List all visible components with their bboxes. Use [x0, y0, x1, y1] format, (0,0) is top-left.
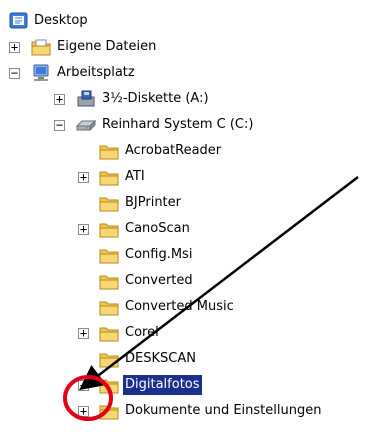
- tree-item-config-msi[interactable]: Config.Msi: [0, 242, 368, 268]
- tree-item-label: BJPrinter: [125, 195, 181, 210]
- tree-item-label: Eigene Dateien: [57, 39, 157, 54]
- tree-item-corel[interactable]: + Corel: [0, 320, 368, 346]
- folder-icon: [98, 245, 120, 265]
- folder-icon: [98, 219, 120, 239]
- my-computer-icon: [30, 63, 52, 83]
- folder-icon: [98, 401, 120, 421]
- folder-icon: [98, 141, 120, 161]
- tree-item-label: AcrobatReader: [125, 143, 222, 158]
- tree-item-label: CanoScan: [125, 221, 190, 236]
- tree-item-acrobatreader[interactable]: AcrobatReader: [0, 138, 368, 164]
- folder-icon: [98, 375, 120, 395]
- tree-item-label: Converted: [125, 273, 193, 288]
- tree-item-label: Corel: [125, 325, 159, 340]
- folder-icon: [98, 167, 120, 187]
- tree-item-label: 3½-Diskette (A:): [102, 91, 209, 106]
- tree-item-eigene-dateien[interactable]: + Eigene Dateien: [0, 34, 368, 60]
- tree-item-canoscan[interactable]: + CanoScan: [0, 216, 368, 242]
- expand-button[interactable]: +: [78, 327, 89, 339]
- collapse-button[interactable]: −: [9, 67, 20, 79]
- folder-icon: [98, 271, 120, 291]
- expand-button[interactable]: +: [78, 379, 89, 391]
- tree-item-label: Dokumente und Einstellungen: [125, 403, 322, 418]
- expand-button[interactable]: +: [9, 41, 20, 53]
- tree-item-desktop[interactable]: Desktop: [0, 8, 368, 34]
- floppy-drive-icon: [75, 89, 97, 109]
- tree-item-dokumente-und-einstellungen[interactable]: + Dokumente und Einstellungen: [0, 398, 368, 424]
- tree-item-ati[interactable]: + ATI: [0, 164, 368, 190]
- expand-button[interactable]: +: [78, 405, 89, 417]
- tree-item-bjprinter[interactable]: BJPrinter: [0, 190, 368, 216]
- hard-drive-icon: [75, 115, 97, 135]
- expand-button[interactable]: +: [54, 93, 65, 105]
- tree-item-label: Converted Music: [125, 299, 234, 314]
- expand-button[interactable]: +: [78, 171, 89, 183]
- tree-item-floppy-a[interactable]: + 3½-Diskette (A:): [0, 86, 368, 112]
- folder-icon: [98, 349, 120, 369]
- tree-item-label: ATI: [125, 169, 145, 184]
- collapse-button[interactable]: −: [54, 119, 65, 131]
- folder-tree: Desktop + Eigene Dateien − Arbeitsplatz: [0, 0, 368, 444]
- my-documents-folder-icon: [30, 37, 52, 57]
- tree-item-deskscan[interactable]: DESKSCAN: [0, 346, 368, 372]
- tree-item-label: DESKSCAN: [125, 351, 196, 366]
- tree-item-drive-c[interactable]: − Reinhard System C (C:): [0, 112, 368, 138]
- folder-icon: [98, 193, 120, 213]
- tree-item-label: Reinhard System C (C:): [102, 117, 254, 132]
- folder-icon: [98, 323, 120, 343]
- desktop-icon: [8, 11, 30, 31]
- tree-item-arbeitsplatz[interactable]: − Arbeitsplatz: [0, 60, 368, 86]
- tree-item-label-selected: Digitalfotos: [123, 375, 202, 395]
- tree-item-converted[interactable]: Converted: [0, 268, 368, 294]
- tree-item-label: Config.Msi: [125, 247, 193, 262]
- tree-item-label: Arbeitsplatz: [57, 65, 135, 80]
- tree-item-label: Desktop: [34, 13, 88, 28]
- tree-item-converted-music[interactable]: Converted Music: [0, 294, 368, 320]
- folder-icon: [98, 297, 120, 317]
- tree-item-digitalfotos[interactable]: + Digitalfotos: [0, 372, 368, 398]
- expand-button[interactable]: +: [78, 223, 89, 235]
